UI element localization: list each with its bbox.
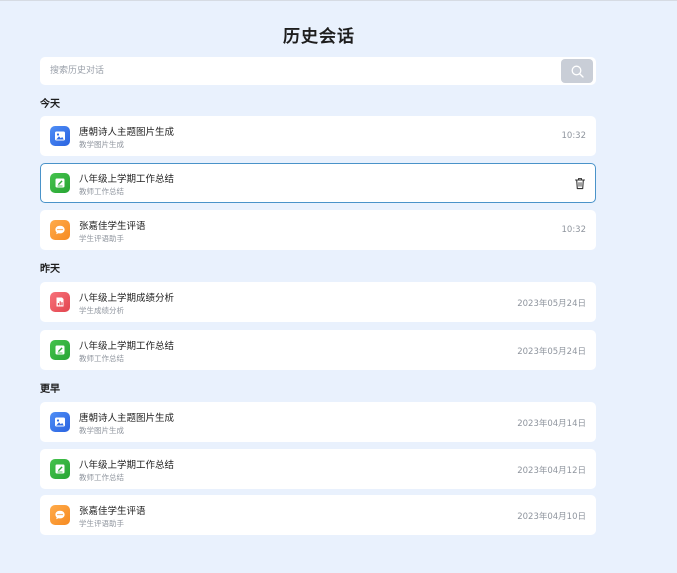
conversation-title: 八年级上学期成绩分析 — [79, 293, 175, 304]
conversation-subtitle: 学生评语助手 — [79, 519, 124, 528]
search-icon — [571, 65, 584, 78]
conversation-item[interactable]: 张嘉佳学生评语 学生评语助手 2023年04月10日 — [40, 495, 596, 535]
conversation-item[interactable]: 八年级上学期工作总结 教师工作总结 2023年04月12日 — [40, 449, 596, 489]
conversation-title: 张嘉佳学生评语 — [79, 221, 146, 232]
section-yesterday-label: 昨天 — [40, 264, 60, 275]
conversation-title: 八年级上学期工作总结 — [79, 341, 175, 352]
conversation-title: 唐朝诗人主题图片生成 — [79, 127, 175, 138]
conversation-subtitle: 教学图片生成 — [79, 140, 124, 149]
conversation-item[interactable]: 唐朝诗人主题图片生成 教学图片生成 2023年04月14日 — [40, 402, 596, 442]
conversation-subtitle: 学生成绩分析 — [79, 306, 124, 315]
conversation-item[interactable]: 唐朝诗人主题图片生成 教学图片生成 10:32 — [40, 116, 596, 156]
page-title: 历史会话 — [283, 27, 355, 47]
conversation-time: 10:32 — [561, 131, 587, 141]
trash-icon[interactable] — [574, 177, 586, 190]
conversation-item[interactable]: 八年级上学期工作总结 教师工作总结 2023年05月24日 — [40, 330, 596, 370]
conversation-subtitle: 教师工作总结 — [79, 187, 124, 196]
conversation-subtitle: 学生评语助手 — [79, 234, 124, 243]
chat-icon — [50, 220, 70, 240]
conversation-subtitle: 教师工作总结 — [79, 473, 124, 482]
search-input[interactable] — [40, 57, 540, 85]
conversation-title: 张嘉佳学生评语 — [79, 506, 146, 517]
search-bar — [40, 57, 596, 85]
section-today-label: 今天 — [40, 99, 60, 110]
top-divider — [0, 0, 677, 1]
conversation-time: 2023年05月24日 — [517, 347, 586, 357]
conversation-title: 八年级上学期工作总结 — [79, 460, 175, 471]
edit-icon — [50, 173, 70, 193]
chart-icon — [50, 292, 70, 312]
edit-icon — [50, 340, 70, 360]
conversation-time: 10:32 — [561, 225, 587, 235]
conversation-time: 2023年04月14日 — [517, 419, 586, 429]
conversation-title: 八年级上学期工作总结 — [79, 174, 175, 185]
conversation-time: 2023年05月24日 — [517, 299, 586, 309]
conversation-subtitle: 教师工作总结 — [79, 354, 124, 363]
image-icon — [50, 412, 70, 432]
conversation-title: 唐朝诗人主题图片生成 — [79, 413, 175, 424]
section-earlier-label: 更早 — [40, 384, 60, 395]
image-icon — [50, 126, 70, 146]
chat-icon — [50, 505, 70, 525]
search-button[interactable] — [561, 59, 593, 83]
conversation-item[interactable]: 八年级上学期成绩分析 学生成绩分析 2023年05月24日 — [40, 282, 596, 322]
conversation-time: 2023年04月10日 — [517, 512, 586, 522]
conversation-subtitle: 教学图片生成 — [79, 426, 124, 435]
conversation-time: 2023年04月12日 — [517, 466, 586, 476]
conversation-item[interactable]: 张嘉佳学生评语 学生评语助手 10:32 — [40, 210, 596, 250]
conversation-item-selected[interactable]: 八年级上学期工作总结 教师工作总结 — [40, 163, 596, 203]
edit-icon — [50, 459, 70, 479]
